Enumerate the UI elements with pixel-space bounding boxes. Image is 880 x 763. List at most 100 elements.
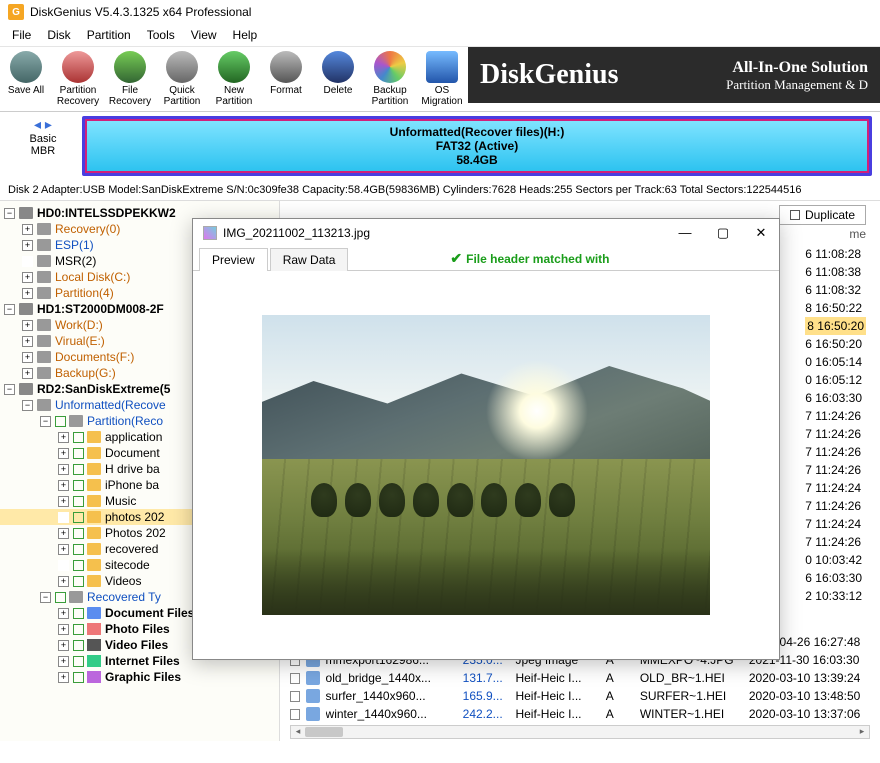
horizontal-scrollbar[interactable]: ◂ ▸ [290,725,870,739]
video-icon [87,639,101,651]
quick-partition-button[interactable]: Quick Partition [156,47,208,111]
menu-partition[interactable]: Partition [87,28,131,42]
file-attr: A [606,671,634,685]
menu-file[interactable]: File [12,28,31,42]
menu-disk[interactable]: Disk [47,28,70,42]
volume-icon [37,351,51,363]
time-cell[interactable]: 6 11:08:28 [805,245,866,263]
scroll-left-icon[interactable]: ◂ [291,726,305,738]
time-cell[interactable]: 6 16:50:20 [805,335,866,353]
file-recovery-button[interactable]: File Recovery [104,47,156,111]
checkbox-icon[interactable] [73,432,84,443]
time-cell[interactable]: 7 11:24:24 [805,479,866,497]
preview-body [193,271,779,659]
file-date: 2020-03-10 13:39:24 [749,671,880,685]
time-cell[interactable]: 6 16:03:30 [805,569,866,587]
scrollbar-thumb[interactable] [305,727,343,737]
checkbox-icon[interactable] [290,673,300,684]
time-cell[interactable]: 7 11:24:26 [805,443,866,461]
volume-icon [37,399,51,411]
disk-info: Disk 2 Adapter:USB Model:SanDiskExtreme … [0,180,880,201]
tab-preview[interactable]: Preview [199,248,268,271]
time-cell[interactable]: 0 16:05:12 [805,371,866,389]
os-migration-button[interactable]: OS Migration [416,47,468,111]
close-button[interactable]: ✕ [753,225,769,241]
delete-icon [322,51,354,83]
partition-recovery-button[interactable]: Partition Recovery [52,47,104,111]
checkbox-icon[interactable] [55,592,66,603]
time-cell[interactable]: 7 11:24:26 [805,425,866,443]
nav-arrows[interactable]: ◂ ▸ [8,116,78,133]
graphic-icon [87,671,101,683]
time-cell[interactable]: 6 11:08:32 [805,281,866,299]
folder-icon [87,575,101,587]
time-cell[interactable]: 6 16:03:30 [805,389,866,407]
checkbox-icon[interactable] [290,709,300,720]
time-cell[interactable]: 7 11:24:26 [805,407,866,425]
checkbox-icon[interactable] [73,544,84,555]
table-row[interactable]: surfer_1440x960... 165.9... Heif-Heic I.… [290,687,880,705]
folder-icon [87,495,101,507]
checkbox-icon[interactable] [73,512,84,523]
checkbox-icon[interactable] [73,576,84,587]
internet-icon [87,655,101,667]
file-size: 242.2... [463,707,510,721]
file-name: winter_1440x960... [326,707,457,721]
checkbox-icon[interactable] [73,480,84,491]
checkbox-icon[interactable] [73,608,84,619]
file-shortname: SURFER~1.HEI [640,689,743,703]
checkbox-icon[interactable] [55,416,66,427]
maximize-button[interactable]: ▢ [715,225,731,241]
folder-icon [87,479,101,491]
format-button[interactable]: Format [260,47,312,100]
delete-button[interactable]: Delete [312,47,364,100]
time-cell[interactable]: 7 11:24:26 [805,533,866,551]
checkbox-icon[interactable] [73,656,84,667]
checkbox-icon[interactable] [73,624,84,635]
time-cell[interactable]: 8 16:50:20 [805,317,866,335]
time-cell[interactable]: 8 16:50:22 [805,299,866,317]
magnifier-icon [62,51,94,83]
time-cell[interactable]: 2 10:33:12 [805,587,866,605]
time-cell[interactable]: 7 11:24:26 [805,497,866,515]
file-size: 165.9... [463,689,510,703]
preview-window[interactable]: IMG_20211002_113213.jpg — ▢ ✕ Preview Ra… [192,218,780,660]
time-cell[interactable]: 0 10:03:42 [805,551,866,569]
table-row[interactable]: winter_1440x960... 242.2... Heif-Heic I.… [290,705,880,723]
menu-tools[interactable]: Tools [147,28,175,42]
table-row[interactable]: old_bridge_1440x... 131.7... Heif-Heic I… [290,669,880,687]
titlebar: G DiskGenius V5.4.3.1325 x64 Professiona… [0,0,880,24]
save-all-button[interactable]: Save All [0,47,52,100]
tree-group-graphic[interactable]: +Graphic Files [0,669,279,685]
time-cell[interactable]: 6 11:08:38 [805,263,866,281]
volume-icon [37,287,51,299]
hdd-icon [19,207,33,219]
new-partition-button[interactable]: New Partition [208,47,260,111]
checkbox-icon[interactable] [73,672,84,683]
checkbox-icon[interactable] [73,496,84,507]
minimize-button[interactable]: — [677,225,693,241]
time-cell[interactable]: 7 11:24:26 [805,461,866,479]
checkbox-icon[interactable] [73,464,84,475]
file-icon [306,671,319,685]
checkbox-icon[interactable] [73,448,84,459]
menu-view[interactable]: View [191,28,217,42]
tab-raw-data[interactable]: Raw Data [270,248,349,271]
folder-icon [87,511,101,523]
hdd-icon [19,303,33,315]
checkbox-icon[interactable] [73,528,84,539]
checkbox-icon[interactable] [73,640,84,651]
menu-help[interactable]: Help [233,28,258,42]
scroll-right-icon[interactable]: ▸ [855,726,869,738]
banner-line1: All-In-One Solution [726,58,868,77]
partition-bar[interactable]: Unformatted(Recover files)(H:) FAT32 (Ac… [85,119,869,173]
partition-bar-line2: FAT32 (Active) [91,139,863,153]
checkbox-icon[interactable] [73,560,84,571]
checkbox-icon[interactable] [290,691,300,702]
backup-partition-button[interactable]: Backup Partition [364,47,416,111]
preview-titlebar[interactable]: IMG_20211002_113213.jpg — ▢ ✕ [193,219,779,247]
app-logo-icon: G [8,4,24,20]
time-cell[interactable]: 0 16:05:14 [805,353,866,371]
duplicate-button[interactable]: Duplicate [779,205,866,225]
time-cell[interactable]: 7 11:24:24 [805,515,866,533]
